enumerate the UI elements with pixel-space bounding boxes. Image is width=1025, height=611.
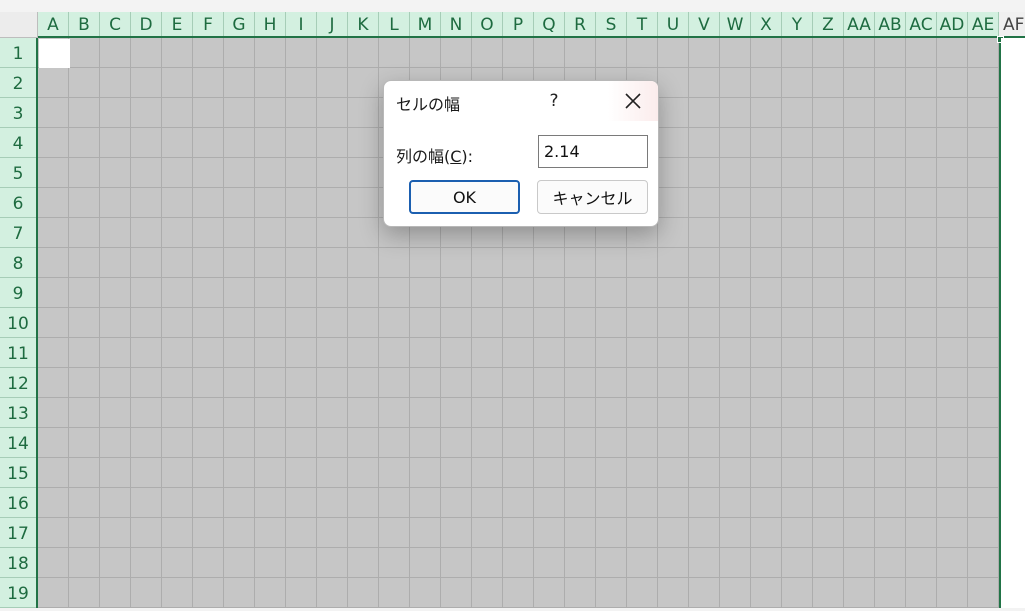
- select-all-corner[interactable]: [0, 12, 38, 38]
- column-width-label: 列の幅(C):: [396, 143, 473, 167]
- column-header[interactable]: I: [286, 12, 317, 36]
- row-header[interactable]: 1: [0, 38, 36, 68]
- row-header[interactable]: 10: [0, 308, 36, 338]
- column-header[interactable]: L: [379, 12, 410, 36]
- column-header[interactable]: C: [100, 12, 131, 36]
- column-header[interactable]: U: [658, 12, 689, 36]
- row-header[interactable]: 16: [0, 488, 36, 518]
- column-header[interactable]: Q: [534, 12, 565, 36]
- column-header[interactable]: W: [720, 12, 751, 36]
- row-header[interactable]: 7: [0, 218, 36, 248]
- row-header[interactable]: 2: [0, 68, 36, 98]
- column-header[interactable]: J: [317, 12, 348, 36]
- column-header[interactable]: AB: [875, 12, 906, 36]
- row-header[interactable]: 3: [0, 98, 36, 128]
- column-header[interactable]: D: [131, 12, 162, 36]
- label-accelerator: C: [450, 147, 462, 166]
- row-header[interactable]: 19: [0, 578, 36, 608]
- row-header[interactable]: 8: [0, 248, 36, 278]
- row-header[interactable]: 13: [0, 398, 36, 428]
- column-header[interactable]: N: [441, 12, 472, 36]
- column-header[interactable]: M: [410, 12, 441, 36]
- column-header[interactable]: K: [348, 12, 379, 36]
- column-header[interactable]: P: [503, 12, 534, 36]
- column-header[interactable]: E: [162, 12, 193, 36]
- row-header[interactable]: 18: [0, 548, 36, 578]
- column-header[interactable]: Z: [813, 12, 844, 36]
- row-header[interactable]: 6: [0, 188, 36, 218]
- column-header[interactable]: Y: [782, 12, 813, 36]
- column-width-input[interactable]: [538, 135, 648, 168]
- row-header[interactable]: 4: [0, 128, 36, 158]
- cancel-button[interactable]: キャンセル: [537, 180, 648, 214]
- column-header[interactable]: B: [69, 12, 100, 36]
- row-header[interactable]: 12: [0, 368, 36, 398]
- unselected-column-area[interactable]: [1001, 38, 1025, 611]
- row-header[interactable]: 9: [0, 278, 36, 308]
- column-header[interactable]: A: [38, 12, 69, 36]
- row-header[interactable]: 5: [0, 158, 36, 188]
- close-button[interactable]: [608, 81, 658, 121]
- row-header[interactable]: 11: [0, 338, 36, 368]
- column-header[interactable]: O: [472, 12, 503, 36]
- column-header[interactable]: F: [193, 12, 224, 36]
- column-header-offscreen[interactable]: AF: [999, 12, 1025, 36]
- column-header[interactable]: S: [596, 12, 627, 36]
- dialog-titlebar: セルの幅 ?: [384, 81, 658, 123]
- label-suffix: ):: [461, 147, 474, 166]
- ok-button[interactable]: OK: [409, 180, 520, 214]
- column-header[interactable]: AC: [906, 12, 937, 36]
- row-header[interactable]: 14: [0, 428, 36, 458]
- column-header[interactable]: X: [751, 12, 782, 36]
- label-prefix: 列の幅(: [396, 147, 451, 166]
- close-icon: [625, 93, 641, 109]
- column-header[interactable]: AE: [968, 12, 999, 36]
- column-header[interactable]: H: [255, 12, 286, 36]
- column-headers: A B C D E F G H I J K L M N O P Q R S T U V W X Y Z AA AB AC AD AE AF: [38, 12, 1025, 38]
- row-header[interactable]: 15: [0, 458, 36, 488]
- column-header[interactable]: R: [565, 12, 596, 36]
- column-header[interactable]: V: [689, 12, 720, 36]
- column-header[interactable]: AA: [844, 12, 875, 36]
- help-button[interactable]: ?: [542, 88, 566, 114]
- row-headers: 1 2 3 4 5 6 7 8 9 10 11 12 13 14 15 16 17 18 19: [0, 38, 38, 611]
- row-header[interactable]: 17: [0, 518, 36, 548]
- top-strip: [0, 0, 1025, 12]
- column-width-dialog: セルの幅 ? 列の幅(C): OK キャンセル: [383, 80, 659, 227]
- dialog-title: セルの幅: [396, 95, 461, 114]
- column-header[interactable]: AD: [937, 12, 968, 36]
- column-header[interactable]: T: [627, 12, 658, 36]
- column-header[interactable]: G: [224, 12, 255, 36]
- active-cell-a1[interactable]: [39, 39, 70, 68]
